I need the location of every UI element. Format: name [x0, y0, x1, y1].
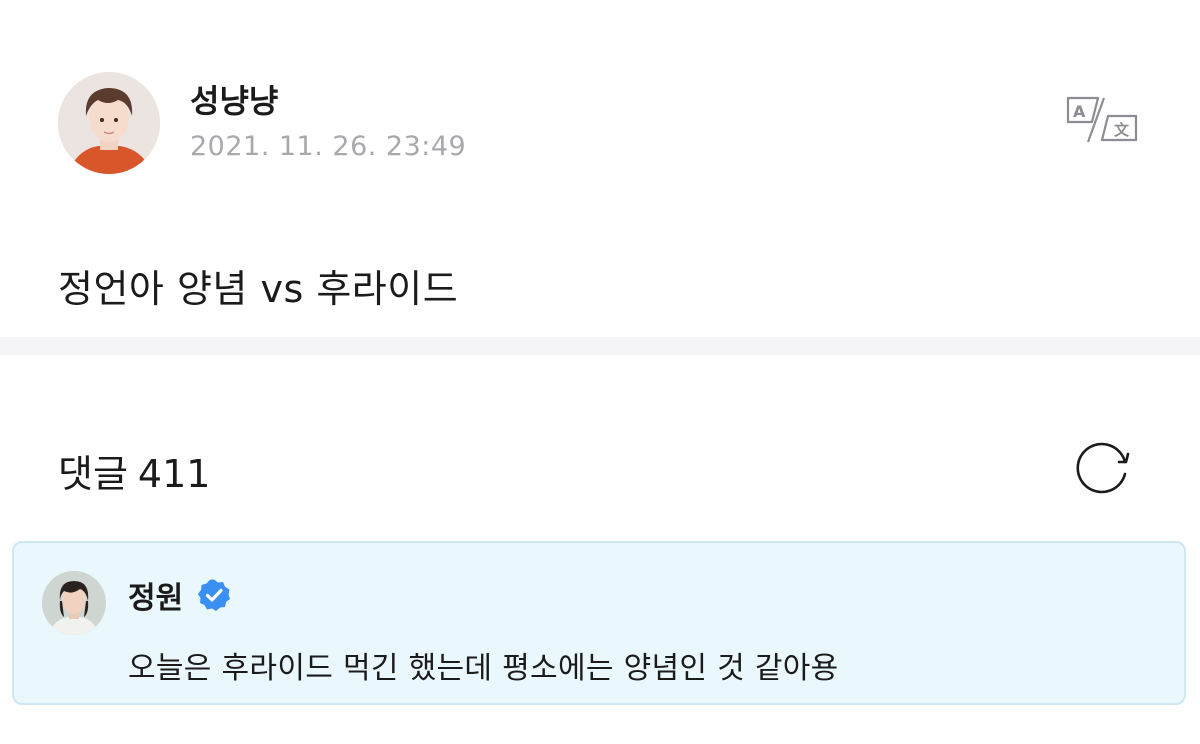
refresh-icon — [1076, 442, 1130, 494]
commenter-avatar[interactable] — [42, 571, 106, 635]
post-header: 성냥냥 2021. 11. 26. 23:49 — [58, 72, 466, 174]
comments-header: 댓글 411 — [58, 443, 210, 498]
post-date: 2021. 11. 26. 23:49 — [190, 130, 467, 162]
post-view: 성냥냥 2021. 11. 26. 23:49 A 文 정언아 양념 vs 후라… — [0, 0, 1200, 744]
post-body-text: 정언아 양념 vs 후라이드 — [58, 267, 459, 311]
highlighted-comment[interactable]: 정원 오늘은 후라이드 먹긴 했는데 평소에는 양념인 것 같아용 — [12, 541, 1186, 705]
refresh-button[interactable] — [1073, 440, 1133, 496]
translate-icon: A 文 — [1066, 96, 1138, 143]
verified-badge-icon — [198, 579, 231, 611]
author-name[interactable]: 성냥냥 — [190, 81, 466, 121]
svg-text:文: 文 — [1114, 121, 1130, 139]
author-avatar[interactable] — [58, 72, 160, 174]
comments-count: 411 — [137, 452, 211, 496]
section-divider — [0, 337, 1200, 355]
svg-text:A: A — [1073, 102, 1086, 121]
comment-text: 오늘은 후라이드 먹긴 했는데 평소에는 양념인 것 같아용 — [128, 651, 839, 686]
comments-label: 댓글 — [58, 452, 128, 496]
translate-button[interactable]: A 文 — [1064, 94, 1140, 146]
author-block: 성냥냥 2021. 11. 26. 23:49 — [190, 81, 466, 162]
commenter-row: 정원 — [128, 573, 231, 617]
commenter-name[interactable]: 정원 — [128, 573, 183, 617]
